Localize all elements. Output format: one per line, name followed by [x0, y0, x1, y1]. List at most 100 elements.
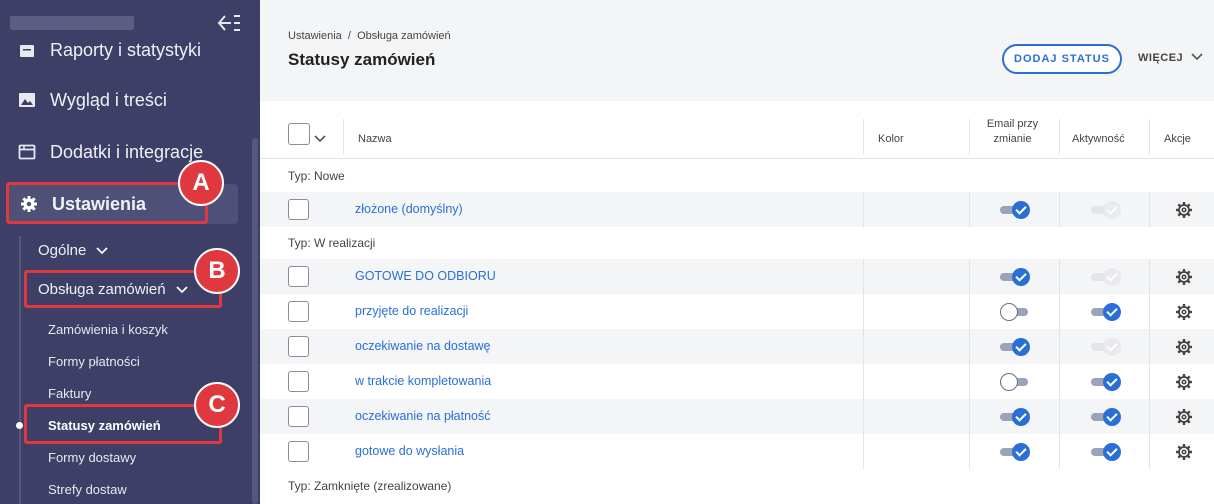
- nav-item-appearance[interactable]: Wygląd i treści: [0, 76, 250, 124]
- column-email[interactable]: Email przy zmianie: [980, 117, 1045, 147]
- column-separator: [1059, 364, 1060, 399]
- column-separator: [969, 192, 970, 227]
- status-name-link[interactable]: gotowe do wysłania: [355, 444, 464, 458]
- status-name-link[interactable]: przyjęte do realizacji: [355, 304, 468, 318]
- column-separator: [1059, 399, 1060, 434]
- table-row: w trakcie kompletowania: [260, 364, 1214, 399]
- chevron-down-icon: [1191, 52, 1203, 64]
- column-name[interactable]: Nazwa: [358, 132, 392, 147]
- column-separator: [863, 259, 864, 294]
- nav-label: Dodatki i integracje: [50, 141, 204, 162]
- status-name-link[interactable]: złożone (domyślny): [355, 202, 463, 216]
- group-label-closed: Typ: Zamknięte (zrealizowane): [288, 479, 452, 493]
- add-status-button[interactable]: DODAJ STATUS: [1002, 44, 1122, 74]
- column-separator: [1149, 192, 1150, 227]
- column-separator: [343, 119, 344, 155]
- email-toggle[interactable]: [1000, 338, 1030, 356]
- sub-item-label: Ogólne: [38, 242, 87, 259]
- table-row: gotowe do wysłania: [260, 434, 1214, 469]
- email-toggle[interactable]: [1000, 268, 1030, 286]
- column-separator: [863, 399, 864, 434]
- nav-label: Raporty i statystyki: [50, 39, 202, 60]
- row-checkbox[interactable]: [288, 406, 309, 427]
- column-separator: [969, 364, 970, 399]
- status-name-link[interactable]: GOTOWE DO ODBIORU: [355, 269, 496, 283]
- table-row: oczekiwanie na płatność: [260, 399, 1214, 434]
- row-checkbox[interactable]: [288, 371, 309, 392]
- select-all-checkbox[interactable]: [288, 123, 310, 145]
- status-name-link[interactable]: oczekiwanie na dostawę: [355, 339, 491, 353]
- sub-item-general[interactable]: Ogólne: [38, 242, 109, 259]
- table-header: Nazwa Kolor Email przy zmianie Aktywność…: [260, 101, 1214, 159]
- addons-icon: [18, 143, 36, 161]
- active-toggle[interactable]: [1091, 408, 1121, 426]
- more-button[interactable]: WIĘCEJ: [1138, 52, 1203, 64]
- logo: [10, 16, 134, 30]
- group-label-new: Typ: Nowe: [288, 169, 345, 183]
- gear-icon[interactable]: [1175, 373, 1193, 391]
- column-color[interactable]: Kolor: [878, 132, 904, 147]
- sidebar-header: [0, 0, 260, 40]
- column-separator: [1149, 259, 1150, 294]
- statuses-table: Nazwa Kolor Email przy zmianie Aktywność…: [260, 101, 1214, 504]
- active-toggle[interactable]: [1091, 443, 1121, 461]
- row-checkbox[interactable]: [288, 266, 309, 287]
- row-checkbox[interactable]: [288, 301, 309, 322]
- gear-icon[interactable]: [1175, 443, 1193, 461]
- column-separator: [1059, 434, 1060, 469]
- column-separator: [969, 434, 970, 469]
- gear-icon[interactable]: [1175, 338, 1193, 356]
- column-separator: [1149, 294, 1150, 329]
- sidebar: Raporty i statystyki Wygląd i treści Dod…: [0, 0, 260, 504]
- column-separator: [1059, 192, 1060, 227]
- highlight-box-c: [24, 404, 222, 444]
- table-row: przyjęte do realizacji: [260, 294, 1214, 329]
- gear-icon[interactable]: [1175, 408, 1193, 426]
- table-row: GOTOWE DO ODBIORU: [260, 259, 1214, 294]
- sub-item-invoices[interactable]: Faktury: [48, 386, 91, 401]
- nav-tree-line: [19, 236, 21, 504]
- email-toggle[interactable]: [1000, 373, 1030, 391]
- column-separator: [1059, 259, 1060, 294]
- sub-item-shipping-zones[interactable]: Strefy dostaw: [48, 482, 127, 497]
- sub-item-orders-cart[interactable]: Zamówienia i koszyk: [48, 322, 168, 337]
- sub-item-payments[interactable]: Formy płatności: [48, 354, 140, 369]
- gear-icon[interactable]: [1175, 201, 1193, 219]
- annotation-badge-b: B: [194, 248, 240, 294]
- column-separator: [863, 434, 864, 469]
- status-name-link[interactable]: oczekiwanie na płatność: [355, 409, 491, 423]
- column-separator: [1149, 329, 1150, 364]
- collapse-sidebar-icon[interactable]: [216, 12, 242, 34]
- active-toggle: [1091, 201, 1121, 219]
- column-active[interactable]: Aktywność: [1072, 132, 1125, 147]
- email-toggle[interactable]: [1000, 201, 1030, 219]
- row-checkbox[interactable]: [288, 441, 309, 462]
- active-toggle: [1091, 268, 1121, 286]
- gear-icon[interactable]: [1175, 268, 1193, 286]
- column-separator: [969, 329, 970, 364]
- column-separator: [969, 259, 970, 294]
- column-separator: [1059, 294, 1060, 329]
- email-toggle[interactable]: [1000, 408, 1030, 426]
- active-toggle: [1091, 338, 1121, 356]
- group-label-in-progress: Typ: W realizacji: [288, 236, 376, 250]
- breadcrumb[interactable]: Ustawienia / Obsługa zamówień: [288, 30, 451, 42]
- gear-icon[interactable]: [1175, 303, 1193, 321]
- email-toggle[interactable]: [1000, 303, 1030, 321]
- email-toggle[interactable]: [1000, 443, 1030, 461]
- annotation-badge-c: C: [194, 382, 240, 428]
- row-checkbox[interactable]: [288, 199, 309, 220]
- row-checkbox[interactable]: [288, 336, 309, 357]
- column-email-line2: zmianie: [993, 133, 1032, 145]
- table-row: oczekiwanie na dostawę: [260, 329, 1214, 364]
- column-separator: [1149, 399, 1150, 434]
- active-toggle[interactable]: [1091, 373, 1121, 391]
- status-name-link[interactable]: w trakcie kompletowania: [355, 374, 491, 388]
- chevron-down-icon[interactable]: [314, 130, 326, 148]
- column-separator: [863, 294, 864, 329]
- column-separator: [969, 119, 970, 155]
- sidebar-scrollbar[interactable]: [252, 138, 258, 504]
- column-separator: [969, 294, 970, 329]
- active-toggle[interactable]: [1091, 303, 1121, 321]
- sub-item-shipping[interactable]: Formy dostawy: [48, 450, 136, 465]
